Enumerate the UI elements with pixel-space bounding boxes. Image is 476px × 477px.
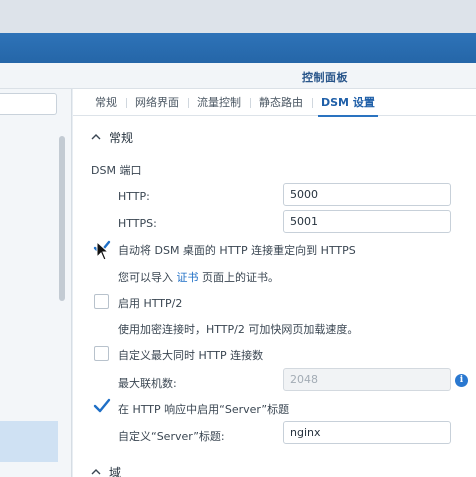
tab-static-route[interactable]: 静态路由: [250, 89, 312, 116]
window-title: 控制面板: [302, 71, 348, 84]
left-scrollbar[interactable]: [59, 136, 65, 301]
http-port-input[interactable]: 5000: [283, 183, 451, 206]
max-connections-input[interactable]: 2048: [283, 368, 451, 391]
tab-general[interactable]: 常规: [86, 89, 126, 116]
tab-network-interface[interactable]: 网络界面: [126, 89, 188, 116]
section-domain-title: 域: [109, 465, 122, 477]
http2-hint: 使用加密连接时，HTTP/2 可加快网页加载速度。: [118, 323, 359, 336]
section-domain-header[interactable]: 域: [91, 463, 121, 477]
left-nav-selected-item[interactable]: [0, 421, 58, 462]
max-connections-label[interactable]: 自定义最大同时 HTTP 连接数: [118, 347, 263, 363]
redirect-https-label[interactable]: 自动将 DSM 桌面的 HTTP 连接重定向到 HTTPS: [118, 242, 356, 258]
section-general-title: 常规: [109, 130, 134, 145]
chevron-up-icon: [91, 469, 101, 475]
certificate-hint-before: 您可以导入: [118, 271, 173, 284]
desktop-top-bar: [0, 0, 476, 33]
https-port-label: HTTPS:: [118, 217, 157, 230]
left-search-input[interactable]: [0, 93, 57, 115]
certificate-hint: 您可以导入 证书 页面上的证书。: [118, 269, 279, 285]
info-icon[interactable]: i: [455, 374, 468, 387]
server-header-label[interactable]: 在 HTTP 响应中启用“Server”标题: [118, 401, 289, 417]
http2-label[interactable]: 启用 HTTP/2: [118, 295, 182, 311]
certificate-hint-after: 页面上的证书。: [202, 271, 279, 284]
mouse-cursor-icon: [96, 241, 110, 261]
max-connections-field-label: 最大联机数:: [118, 377, 177, 390]
server-header-input[interactable]: nginx: [283, 421, 451, 444]
chevron-up-icon: [91, 134, 101, 140]
http-port-label: HTTP:: [118, 190, 150, 203]
certificate-link[interactable]: 证书: [177, 271, 199, 284]
section-general-header[interactable]: 常规: [91, 128, 133, 146]
max-connections-checkbox[interactable]: [94, 346, 109, 361]
tab-dsm-settings[interactable]: DSM 设置: [312, 89, 384, 117]
http2-checkbox[interactable]: [94, 294, 109, 309]
tab-bar: 常规 网络界面 流量控制 静态路由 DSM 设置: [73, 89, 476, 117]
tab-traffic-control[interactable]: 流量控制: [188, 89, 250, 116]
dsm-port-heading: DSM 端口: [91, 164, 142, 177]
window-title-bar[interactable]: [0, 63, 476, 89]
desktop-header-band: [0, 33, 476, 63]
https-port-input[interactable]: 5001: [283, 210, 451, 233]
server-header-checkbox[interactable]: [93, 398, 111, 414]
server-header-field-label: 自定义“Server”标题:: [118, 430, 225, 443]
